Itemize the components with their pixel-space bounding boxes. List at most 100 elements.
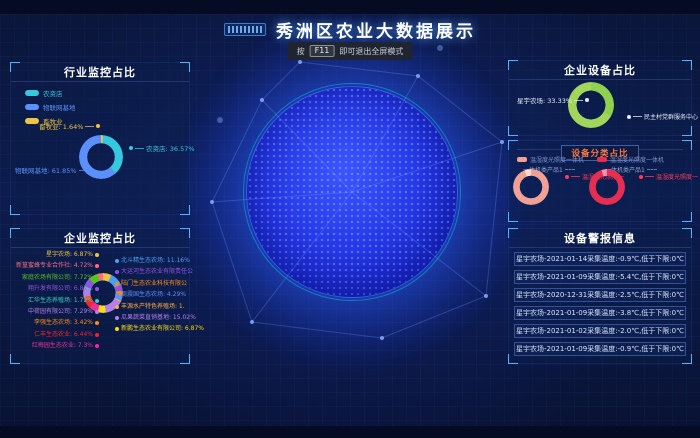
legend-swatch (25, 104, 39, 110)
globe-visualization (246, 86, 458, 298)
panel-equipment-share: 企业设备占比 星宇农场: 33.33% 民主村党群服务中心 (508, 60, 692, 136)
class-right-legend[interactable]: 温湿度光照度一体机 (597, 155, 664, 164)
callout-line (85, 126, 94, 127)
enterprise-label: 仁丰生态农业: 6.44% (34, 332, 99, 338)
legend-label: 物联网基地 (43, 102, 76, 112)
legend-swatch (25, 90, 39, 96)
callout-dot (95, 287, 99, 291)
enterprise-label: 陆门生态农业科技有限公 (115, 281, 187, 287)
enterprise-label-text: 陆门生态农业科技有限公 (121, 281, 187, 287)
legend-swatch (597, 157, 607, 162)
callout-line (633, 116, 642, 117)
tooltip-suffix: 即可退出全屏模式 (339, 46, 403, 57)
callout-line (79, 170, 88, 171)
callout-line (645, 176, 654, 177)
callout-dot (639, 175, 643, 179)
callout-text: 畜牧业: 1.64% (39, 121, 83, 131)
enterprise-label-text: 仁丰生态农业: 6.44% (34, 332, 93, 338)
callout-dot (95, 264, 99, 268)
enterprise-label-text: 北斗精生态农场: 11.16% (121, 258, 190, 264)
legend-label: 农资店 (43, 88, 63, 98)
alarm-row: 星宇农场-2021-01-09采集温度:-3.8℃,低于下限:0℃ (514, 306, 686, 320)
callout-dot (90, 168, 94, 172)
alarm-row: 星宇农场-2021-01-09采集温度:-5.4℃,低于下限:0℃ (514, 270, 686, 284)
callout-text: 星宇农场: 33.33% (517, 95, 572, 105)
enterprise-label: 丰源水产特色养殖场: 1. (115, 304, 185, 310)
legend-item[interactable]: 农资店 (25, 88, 76, 98)
class-left-legend[interactable]: 温湿度光照度一体机 (517, 155, 584, 164)
class-left-donut-chart[interactable] (513, 169, 549, 205)
enterprise-label: 红梅园生态农业: 7.3% (32, 343, 99, 349)
enterprise-label-text: 星宇农场: 6.87% (46, 252, 93, 258)
panel-device-classification: 设备分类占比 温湿度光照度一体机 一体机类产品1 温湿度光照度一 温湿度光照度一… (508, 140, 692, 222)
equipment-panel-title: 企业设备占比 (509, 61, 691, 80)
callout-dot (95, 344, 99, 348)
callout-dot (96, 124, 100, 128)
enterprise-label: 大运河生态农业有限责任公 (115, 269, 193, 275)
enterprise-label-text: 新篁蜜蜂专业合作社: 4.72% (16, 263, 93, 269)
alarm-list: 星宇农场-2021-01-14采集温度:-0.9℃,低于下限:0℃ 星宇农场-20… (514, 252, 686, 360)
alarm-row: 星宇农场-2020-12-31采集温度:-2.5℃,低于下限:0℃ (514, 288, 686, 302)
enterprise-label-text: 李强生态农场: 3.42% (34, 320, 93, 326)
dashed-connector (647, 169, 657, 170)
panel-device-alarms: 设备警报信息 星宇农场-2021-01-14采集温度:-0.9℃,低于下限:0℃… (508, 228, 692, 364)
alarm-panel-title: 设备警报信息 (509, 229, 691, 248)
dashed-connector (565, 169, 575, 170)
equipment-callout-right: 民主村党群服务中心 (627, 112, 698, 121)
callout-dot (115, 316, 119, 320)
callout-dot (627, 115, 631, 119)
bottom-strip (0, 426, 700, 438)
enterprise-label-text: 新鹏生态农业有限公司: 6.87% (121, 326, 204, 332)
enterprise-label: 周震国生态农场: 4.29% (115, 292, 186, 298)
legend-label: 温湿度光照度一体机 (530, 155, 584, 164)
enterprise-label: 新鹏生态农业有限公司: 6.87% (115, 326, 204, 332)
header: 秀洲区农业大数据展示 (0, 17, 700, 42)
class-right-donut-chart[interactable] (589, 169, 625, 205)
enterprise-label-text: 周震国生态农场: 4.29% (121, 292, 186, 298)
callout-dot (115, 282, 119, 286)
enterprise-label: 家庭农场有限公司: 7.72% (22, 275, 99, 281)
alarm-row: 星宇农场-2021-01-09采集温度:-0.9℃,低于下限:0℃ (514, 342, 686, 356)
callout-line (574, 100, 583, 101)
callout-dot (95, 310, 99, 314)
enterprise-label: 李强生态农场: 3.42% (34, 320, 99, 326)
callout-dot (565, 175, 569, 179)
class-right-callout: 温湿度光照度一 (639, 172, 698, 181)
alarm-row: 星宇农场-2021-01-14采集温度:-0.9℃,低于下限:0℃ (514, 252, 686, 266)
panel-industry-monitor: 行业监控占比 农资店 物联网基地 畜牧业 畜牧业: 1.64% 农 (10, 62, 190, 215)
enterprise-label: 翔升发有限公司: 6.87% (28, 286, 99, 292)
callout-dot (129, 146, 133, 150)
enterprise-label-text: 红梅园生态农业: 7.3% (32, 343, 93, 349)
callout-dot (115, 305, 119, 309)
legend-label: 温湿度光照度一体机 (610, 155, 664, 164)
industry-callout-livestock: 畜牧业: 1.64% (39, 121, 100, 131)
enterprise-label: 中荷园有限公司: 7.29% (28, 309, 99, 315)
enterprise-label: 星宇农场: 6.87% (46, 252, 99, 258)
callout-text: 民主村党群服务中心 (644, 112, 698, 121)
callout-dot (95, 299, 99, 303)
callout-text: 农资店: 36.57% (146, 143, 195, 153)
callout-line (135, 148, 144, 149)
callout-dot (115, 293, 119, 297)
f11-keycap: F11 (310, 45, 335, 57)
callout-line (571, 176, 580, 177)
enterprise-label-text: 丰源水产特色养殖场: 1. (121, 304, 185, 310)
legend-item[interactable]: 物联网基地 (25, 102, 76, 112)
enterprise-panel-title: 企业监控占比 (11, 229, 189, 248)
top-strip (0, 0, 700, 14)
equipment-donut-chart[interactable] (568, 82, 614, 128)
enterprise-label: 汇华生态养殖场: 1.72% (28, 298, 99, 304)
enterprise-label-text: 瓜果蔬菜直销基地: 15.02% (121, 315, 196, 321)
callout-dot (585, 98, 589, 102)
enterprise-label: 瓜果蔬菜直销基地: 15.02% (115, 315, 196, 321)
enterprise-label: 新篁蜜蜂专业合作社: 4.72% (16, 263, 99, 269)
enterprise-labels-right: 北斗精生态农场: 11.16% 大运河生态农业有限责任公 陆门生态农业科技有限公… (115, 258, 193, 338)
enterprise-label-text: 大运河生态农业有限责任公 (121, 269, 193, 275)
industry-callout-iot-base: 物联网基地: 61.85% (15, 165, 94, 175)
callout-dot (115, 259, 119, 263)
callout-text: 物联网基地: 61.85% (15, 165, 77, 175)
legend-swatch (25, 118, 39, 124)
enterprise-label-text: 中荷园有限公司: 7.29% (28, 309, 93, 315)
legend-swatch (517, 157, 527, 162)
equipment-callout-left: 星宇农场: 33.33% (517, 95, 589, 105)
